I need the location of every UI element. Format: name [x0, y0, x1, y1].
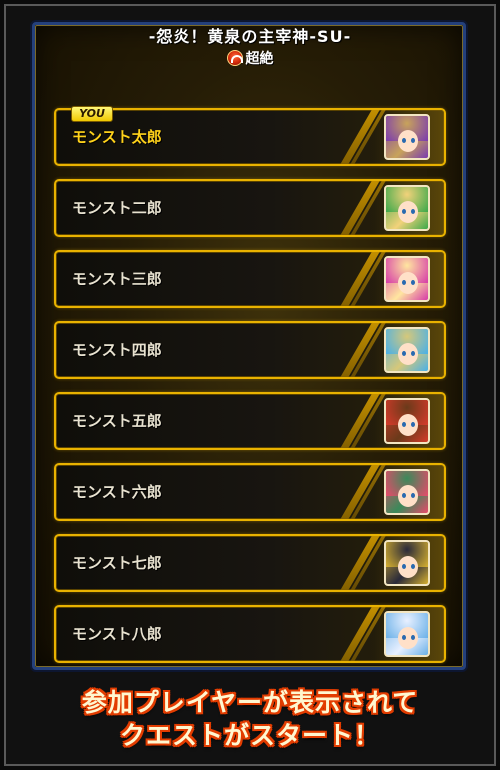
player-row: モンスト八郎 [54, 605, 446, 663]
player-name: モンスト六郎 [72, 483, 162, 501]
character-avatar-icon [384, 611, 430, 657]
player-row: モンスト六郎 [54, 463, 446, 521]
avatar-eye [411, 351, 415, 356]
avatar-eye [402, 138, 406, 143]
skull-icon [226, 50, 243, 66]
avatar-face [398, 414, 418, 436]
character-avatar-icon [384, 256, 430, 302]
character-avatar-icon [384, 540, 430, 586]
avatar-eye [402, 209, 406, 214]
caption-line-1: 参加プレイヤーが表示されて [81, 688, 419, 717]
avatar-eye [402, 422, 406, 427]
character-avatar-icon [384, 327, 430, 373]
player-row: モンスト三郎 [54, 250, 446, 308]
caption-line-2: クエストがスタート！ [119, 721, 380, 750]
character-avatar-icon [384, 114, 430, 160]
avatar-eye [402, 635, 406, 640]
avatar-face [398, 201, 418, 223]
quest-title: -怨炎！黄泉の主宰神-SU- [148, 27, 352, 46]
avatar-face [398, 485, 418, 507]
avatar-face [398, 627, 418, 649]
avatar-face [398, 272, 418, 294]
player-row: モンスト四郎 [54, 321, 446, 379]
avatar-face [398, 130, 418, 152]
character-avatar-icon [384, 469, 430, 515]
avatar-eye [402, 280, 406, 285]
you-badge: YOU [71, 106, 113, 122]
avatar-eye [411, 493, 415, 498]
player-name: モンスト五郎 [72, 412, 162, 430]
player-row: モンスト二郎 [54, 179, 446, 237]
avatar-eye [402, 564, 406, 569]
player-name: モンスト八郎 [72, 625, 162, 643]
character-avatar-icon [384, 398, 430, 444]
character-avatar-icon [384, 185, 430, 231]
player-name: モンスト七郎 [72, 554, 162, 572]
avatar-face [398, 556, 418, 578]
avatar-eye [411, 422, 415, 427]
avatar-eye [402, 351, 406, 356]
avatar-eye [402, 493, 406, 498]
player-name: モンスト三郎 [72, 270, 162, 288]
avatar-eye [411, 209, 415, 214]
avatar-face [398, 343, 418, 365]
player-name: モンスト二郎 [72, 199, 162, 217]
player-row: モンスト五郎 [54, 392, 446, 450]
quest-header: -怨炎！黄泉の主宰神-SU- 超絶 [40, 26, 460, 72]
avatar-eye [411, 280, 415, 285]
player-row: モンスト七郎 [54, 534, 446, 592]
avatar-eye [411, 635, 415, 640]
avatar-eye [411, 564, 415, 569]
difficulty-label: 超絶 [245, 51, 274, 67]
player-name: モンスト四郎 [72, 341, 162, 359]
difficulty-row: 超絶 [40, 48, 460, 68]
avatar-eye [411, 138, 415, 143]
